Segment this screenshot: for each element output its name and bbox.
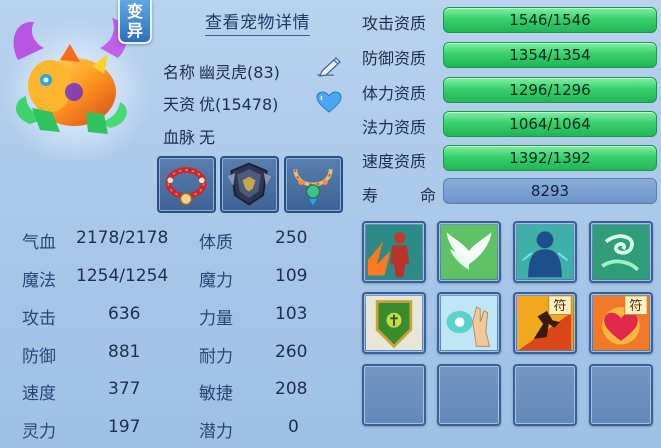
constitution-value: 250 bbox=[275, 228, 308, 248]
lifespan-bar: 8293 bbox=[443, 178, 657, 204]
talisman-heart-skill-icon: 符 bbox=[592, 295, 650, 351]
variant-badge-char: 变 bbox=[126, 2, 143, 21]
pet-talent-label: 天资 bbox=[163, 95, 196, 114]
spirit-label: 灵力 bbox=[22, 422, 56, 442]
defense-aptitude-label: 防御资质 bbox=[362, 49, 427, 68]
skill-slot-4[interactable] bbox=[589, 221, 653, 283]
body-flames-skill-icon bbox=[365, 224, 423, 280]
attack-aptitude-label: 攻击资质 bbox=[362, 14, 427, 33]
lifespan-value: 8293 bbox=[530, 182, 570, 200]
stamina-aptitude-bar: 1296/1296 bbox=[443, 77, 657, 103]
mana-aptitude-label: 法力资质 bbox=[362, 118, 427, 137]
skill-slot-6[interactable] bbox=[437, 292, 501, 354]
mana-aptitude-bar: 1064/1064 bbox=[443, 111, 657, 137]
hp-label: 气血 bbox=[22, 233, 56, 253]
attack-aptitude-value: 1546/1546 bbox=[509, 11, 591, 29]
attack-label: 攻击 bbox=[22, 309, 56, 329]
magic-label: 魔力 bbox=[199, 271, 233, 291]
equipment-slot-collar[interactable] bbox=[157, 156, 216, 213]
defense-aptitude-value: 1354/1354 bbox=[509, 46, 591, 64]
talisman-tag: 符 bbox=[629, 298, 642, 314]
skill-slot-2[interactable] bbox=[437, 221, 501, 283]
equipment-slot-necklace[interactable] bbox=[284, 156, 343, 213]
heart-icon[interactable] bbox=[316, 91, 342, 113]
variant-badge: 变 异 bbox=[118, 0, 152, 44]
pet-name-value: 幽灵虎(83) bbox=[199, 63, 280, 82]
red-bead-collar-icon bbox=[165, 167, 207, 206]
wings-skill-icon bbox=[440, 224, 498, 280]
dark-armor-icon bbox=[227, 162, 272, 206]
rename-pencil-icon[interactable] bbox=[314, 55, 342, 79]
skill-slot-7[interactable]: 符 bbox=[513, 292, 577, 354]
equipment-slot-armor[interactable] bbox=[220, 156, 279, 213]
stamina-aptitude-value: 1296/1296 bbox=[509, 81, 591, 99]
mp-label: 魔法 bbox=[22, 271, 56, 291]
speed-label: 速度 bbox=[22, 384, 56, 404]
variant-badge-char: 异 bbox=[126, 21, 143, 40]
endurance-value: 260 bbox=[275, 342, 308, 362]
speed-aptitude-bar: 1392/1392 bbox=[443, 145, 657, 171]
speed-aptitude-value: 1392/1392 bbox=[509, 149, 591, 167]
skill-slot-3[interactable] bbox=[513, 221, 577, 283]
palm-orb-skill-icon bbox=[440, 295, 498, 351]
talisman-tag: 符 bbox=[553, 298, 566, 314]
strength-label: 力量 bbox=[199, 309, 233, 329]
defense-label: 防御 bbox=[22, 347, 56, 367]
pet-name-row: 名称 幽灵虎(83) bbox=[163, 59, 280, 83]
pet-talent-value: 优(15478) bbox=[199, 95, 279, 114]
skill-slot-1[interactable] bbox=[362, 221, 426, 283]
shield-emblem-skill-icon bbox=[365, 295, 423, 351]
magic-value: 109 bbox=[275, 266, 308, 286]
green-swirl-skill-icon bbox=[592, 224, 650, 280]
defense-aptitude-bar: 1354/1354 bbox=[443, 42, 657, 68]
view-pet-details-link[interactable]: 查看宠物详情 bbox=[205, 8, 310, 36]
potential-value: 0 bbox=[288, 417, 299, 437]
lifespan-label-first: 寿 bbox=[362, 186, 379, 205]
skill-slot-empty[interactable] bbox=[513, 364, 577, 426]
mana-aptitude-value: 1064/1064 bbox=[509, 115, 591, 133]
skill-slot-empty[interactable] bbox=[437, 364, 501, 426]
stamina-aptitude-label: 体力资质 bbox=[362, 84, 427, 103]
potential-label: 潜力 bbox=[199, 422, 233, 442]
agility-value: 208 bbox=[275, 379, 308, 399]
attack-aptitude-bar: 1546/1546 bbox=[443, 7, 657, 33]
pet-talent-row: 天资 优(15478) bbox=[163, 91, 278, 115]
jade-necklace-icon bbox=[293, 168, 333, 208]
speed-value: 377 bbox=[108, 379, 141, 399]
shadow-figure-skill-icon bbox=[516, 224, 574, 280]
pet-name-label: 名称 bbox=[163, 63, 196, 82]
agility-label: 敏捷 bbox=[199, 384, 233, 404]
pet-bloodline-row: 血脉无 bbox=[163, 124, 215, 148]
skill-slot-empty[interactable] bbox=[362, 364, 426, 426]
skill-slot-5[interactable] bbox=[362, 292, 426, 354]
pet-bloodline-value: 无 bbox=[199, 128, 216, 147]
strength-value: 103 bbox=[275, 304, 308, 324]
hp-value: 2178/2178 bbox=[76, 228, 169, 248]
attack-value: 636 bbox=[108, 304, 141, 324]
mp-value: 1254/1254 bbox=[76, 266, 169, 286]
speed-aptitude-label: 速度资质 bbox=[362, 152, 427, 171]
spirit-value: 197 bbox=[108, 417, 141, 437]
skill-slot-empty[interactable] bbox=[589, 364, 653, 426]
lifespan-label-second: 命 bbox=[420, 186, 437, 205]
endurance-label: 耐力 bbox=[199, 347, 233, 367]
skill-slot-8[interactable]: 符 bbox=[589, 292, 653, 354]
pet-bloodline-label: 血脉 bbox=[163, 128, 196, 147]
talisman-runner-skill-icon: 符 bbox=[516, 295, 574, 351]
defense-value: 881 bbox=[108, 342, 141, 362]
constitution-label: 体质 bbox=[199, 233, 233, 253]
